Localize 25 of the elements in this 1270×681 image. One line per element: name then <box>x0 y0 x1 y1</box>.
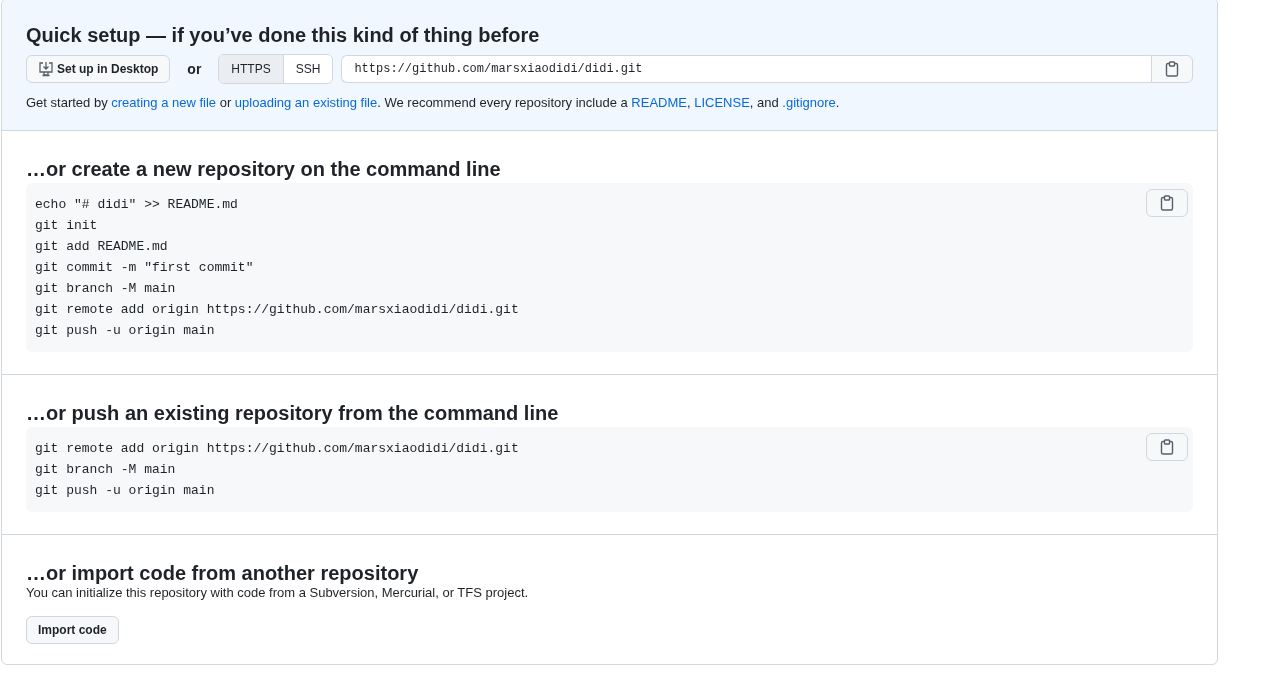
code-text: git remote add origin https://github.com/marsxiaodidi/didi.git git branch -M main git push -u origin main <box>35 440 519 500</box>
link[interactable]: LICENSE <box>694 95 750 110</box>
link[interactable]: README <box>631 95 687 110</box>
section-title: Quick setup — if you’ve done this kind of thing before <box>26 23 541 48</box>
intro-text: Get started by creating a new file or uploading an existing file. We recommend every repository include a README, LICENSE, and .gitignore. <box>26 94 841 112</box>
protocol-tab[interactable]: SSH <box>283 55 333 83</box>
copy-icon <box>1165 61 1179 77</box>
code-text: echo "# didi" >> README.md git init git add README.md git commit -m "first commit" git branch -M main git remote add origin https://github.com/marsxiaodidi/didi.git git push -u origin main <box>35 196 519 340</box>
or-label: or <box>187 61 202 77</box>
section-description: You can initialize this repository with code from a Subversion, Mercurial, or TFS project. <box>26 584 530 602</box>
clone-url-field[interactable]: https://github.com/marsxiaodidi/didi.git <box>341 55 1151 83</box>
desktop-download-icon <box>38 61 54 77</box>
link[interactable]: creating a new file <box>111 95 217 110</box>
copy-icon <box>1160 439 1174 455</box>
link[interactable]: .gitignore <box>782 95 836 110</box>
section-title: …or create a new repository on the command line <box>26 157 502 182</box>
copy-button[interactable] <box>1151 55 1193 83</box>
copy-icon <box>1160 195 1174 211</box>
copy-button[interactable] <box>1146 433 1188 461</box>
section-title: …or import code from another repository <box>26 561 420 586</box>
copy-button[interactable] <box>1146 189 1188 217</box>
desktop-button[interactable]: Set up in Desktop <box>26 55 171 83</box>
import-button[interactable]: Import code <box>26 616 119 644</box>
protocol-tab[interactable]: HTTPS <box>219 55 284 83</box>
section-title: …or push an existing repository from the command line <box>26 401 560 426</box>
